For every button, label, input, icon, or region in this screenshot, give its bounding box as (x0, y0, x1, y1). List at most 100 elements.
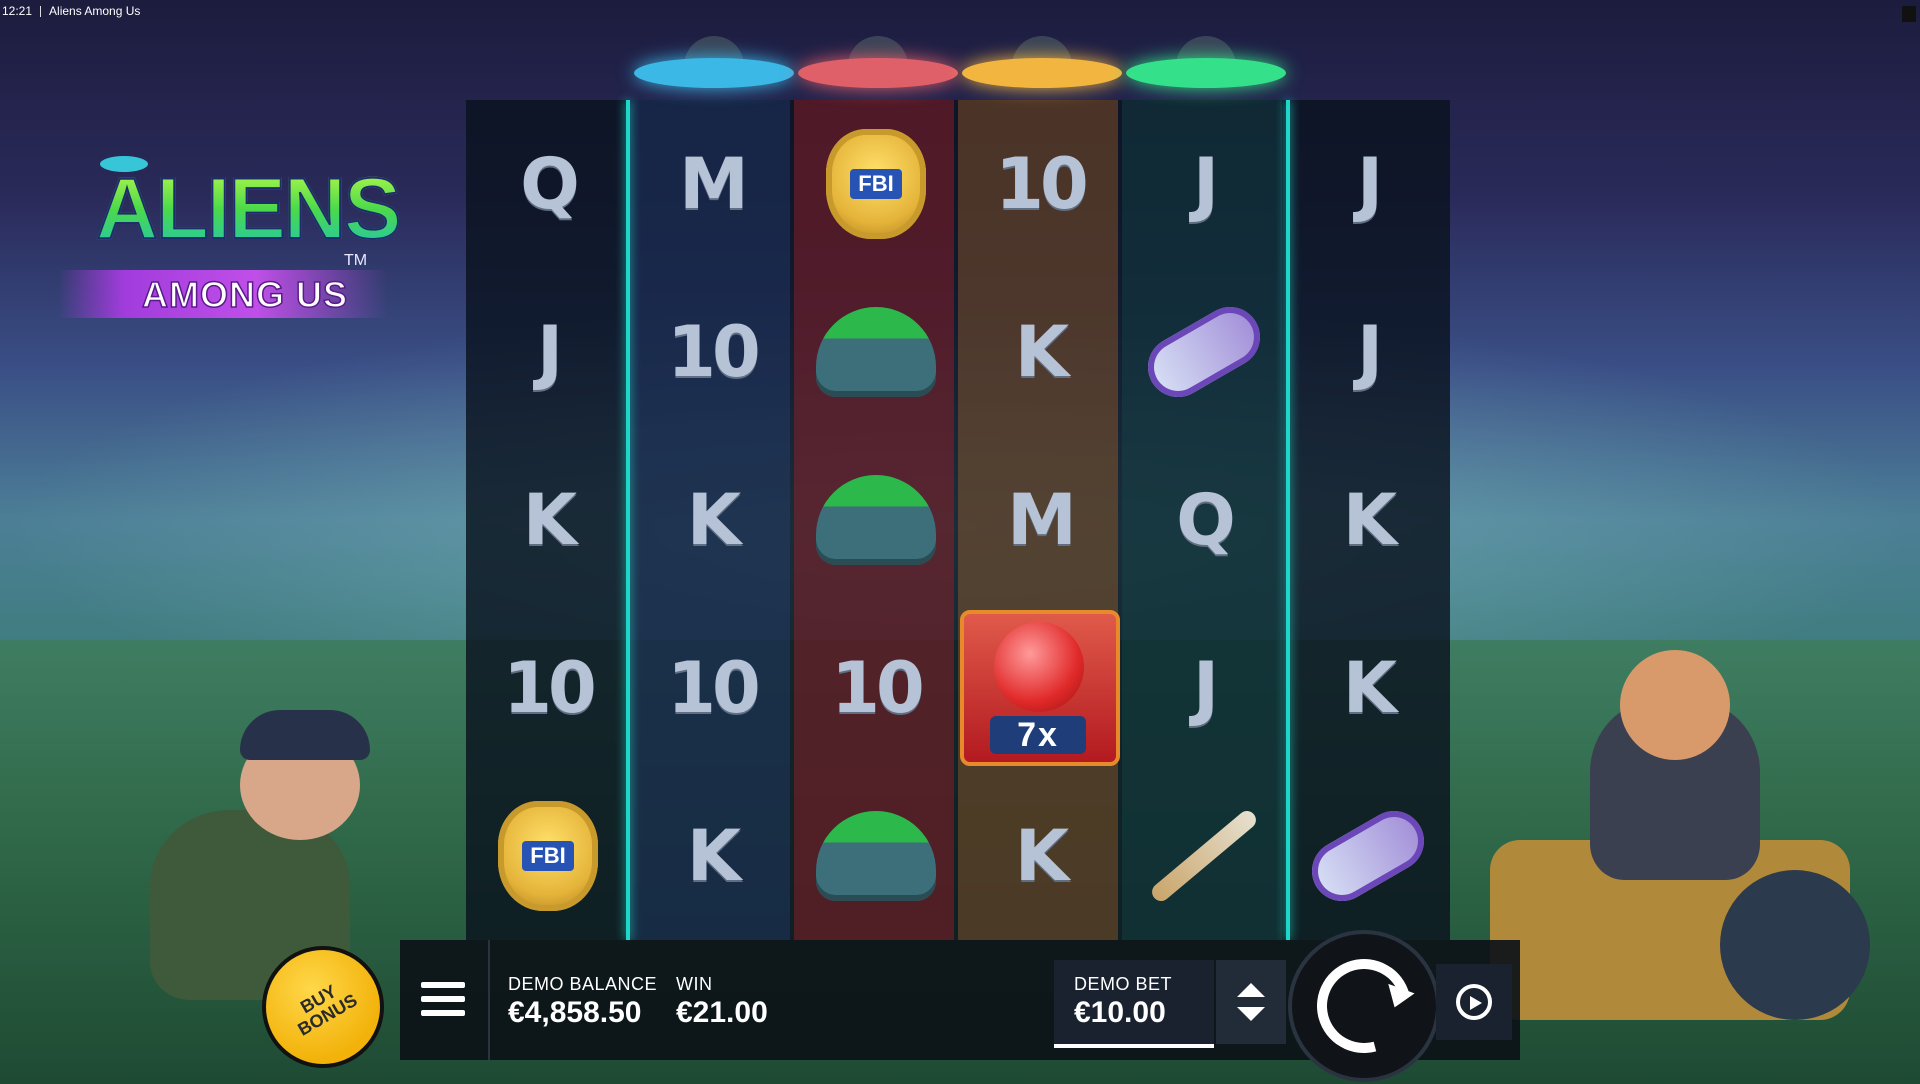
reel-cell: K (630, 436, 794, 604)
farmer-head (1620, 650, 1730, 760)
reel-cell: 10 (630, 604, 794, 772)
spin-button[interactable] (1288, 930, 1440, 1082)
menu-button[interactable] (410, 966, 476, 1032)
reel-cell: M (630, 100, 794, 268)
menu-line-icon (421, 1010, 465, 1016)
tractor-wheel (1720, 870, 1870, 1020)
reel-cell: J (1122, 100, 1286, 268)
menu-line-icon (421, 982, 465, 988)
reel-cell: K (1286, 436, 1450, 604)
ufo-disc (634, 58, 794, 88)
ufo-icon (962, 30, 1122, 94)
farmer-on-tractor-character (1470, 640, 1890, 1060)
win-label: WIN (676, 974, 713, 994)
logo-trademark: TM (344, 252, 368, 269)
ufo-disc (1126, 58, 1286, 88)
balance-value: €4,858.50 (508, 996, 642, 1029)
reel-cell (1122, 268, 1286, 436)
letter-symbol: 10 (667, 311, 760, 393)
slime-cap-icon (816, 811, 936, 901)
reel-divider (1286, 100, 1290, 940)
reel-cell: 10 (958, 100, 1122, 268)
corner-icon (1902, 6, 1916, 22)
reel-cell (794, 772, 958, 940)
logo-subtitle: AMONG US (141, 273, 348, 316)
ufo-icon (798, 30, 958, 94)
balance-label: DEMO BALANCE (508, 974, 658, 994)
letter-symbol: J (1192, 647, 1219, 729)
fbi-badge-text: FBI (850, 169, 902, 199)
reel-cell: FBI (794, 100, 958, 268)
letter-symbol: J (536, 311, 563, 393)
letter-symbol: K (686, 815, 741, 897)
letter-symbol: M (679, 143, 749, 225)
letter-symbol: J (1192, 143, 1219, 225)
letter-symbol: K (1342, 647, 1397, 729)
fbi-badge-icon: FBI (498, 801, 598, 911)
reel-cell: K (630, 772, 794, 940)
letter-symbol: 10 (667, 647, 760, 729)
alien-multiplier-symbol: 7x (960, 610, 1120, 766)
reel-divider (626, 100, 630, 940)
reel-cell: J (1286, 100, 1450, 268)
reel-cell: J (1122, 604, 1286, 772)
game-logo: ALIENS TM AMONG US (48, 156, 402, 318)
autoplay-icon (1456, 984, 1492, 1020)
bar-divider (488, 940, 490, 1060)
letter-symbol: Q (1176, 479, 1235, 561)
reel-cell: 7x (958, 604, 1122, 772)
reel-cell (1122, 772, 1286, 940)
letter-symbol: K (522, 479, 577, 561)
alien-head-icon (994, 622, 1084, 712)
buy-bonus-label: BUY BONUS (294, 981, 361, 1040)
bet-adjust-control[interactable] (1216, 960, 1286, 1044)
bet-panel: DEMO BET €10.00 (1054, 960, 1214, 1048)
reel-cell (1286, 772, 1450, 940)
reel-cell: FBI (466, 772, 630, 940)
agent-cap (240, 710, 370, 760)
bet-label: DEMO BET (1074, 974, 1173, 994)
letter-symbol: K (1342, 479, 1397, 561)
raygun-icon (1137, 296, 1271, 408)
letter-symbol: M (1007, 479, 1077, 561)
raygun-icon (1301, 800, 1435, 912)
ufo-disc (962, 58, 1122, 88)
reel-cell: J (466, 268, 630, 436)
bet-value: €10.00 (1074, 996, 1166, 1029)
reel-cell: 10 (630, 268, 794, 436)
letter-symbol: 10 (831, 647, 924, 729)
menu-line-icon (421, 996, 465, 1002)
reel-cell: K (466, 436, 630, 604)
letter-symbol: 10 (503, 647, 596, 729)
buy-bonus-button[interactable]: BUY BONUS (262, 946, 384, 1068)
letter-symbol: J (1356, 311, 1383, 393)
multiplier-text: 7x (990, 716, 1086, 754)
time-text: 12:21 (2, 4, 33, 18)
win-value: €21.00 (676, 996, 768, 1029)
reel-cell (794, 268, 958, 436)
bet-decrease-icon[interactable] (1237, 1007, 1265, 1021)
window-title-bar: 12:21 Aliens Among Us (0, 0, 140, 22)
letter-symbol: J (1356, 143, 1383, 225)
reel-cell: 10 (466, 604, 630, 772)
reel-cell: 10 (794, 604, 958, 772)
reel-cell: Q (1122, 436, 1286, 604)
reel-cell: K (958, 268, 1122, 436)
logo-main-text: ALIENS (95, 160, 402, 258)
letter-symbol: K (1014, 311, 1069, 393)
reel-cell (794, 436, 958, 604)
reel-cell: M (958, 436, 1122, 604)
ufo-icon (1126, 30, 1286, 94)
reel-cell: J (1286, 268, 1450, 436)
spiked-bat-icon (1148, 807, 1260, 905)
autoplay-button[interactable] (1436, 964, 1512, 1040)
logo-subtitle-band: AMONG US (58, 270, 388, 318)
ufo-icon (634, 30, 794, 94)
slime-cap-icon (816, 307, 936, 397)
bet-increase-icon[interactable] (1237, 983, 1265, 997)
slime-cap-icon (816, 475, 936, 565)
letter-symbol: K (1014, 815, 1069, 897)
ufo-disc (798, 58, 958, 88)
title-separator (40, 5, 42, 17)
reel-cell: K (958, 772, 1122, 940)
